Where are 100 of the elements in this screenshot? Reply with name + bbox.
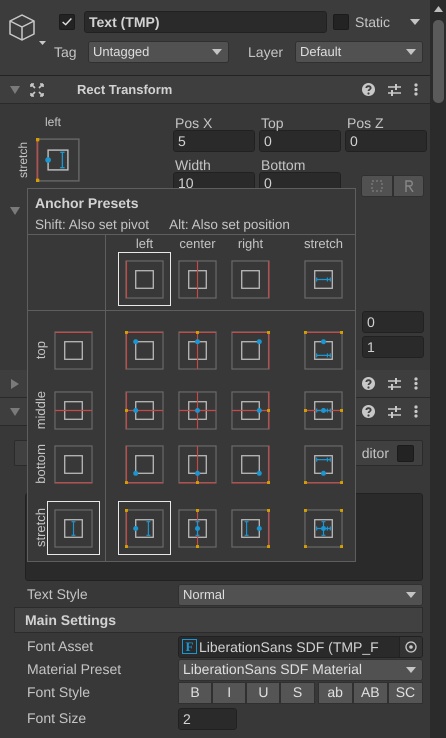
anchor-preset-button[interactable] (35, 137, 81, 183)
presets-icon[interactable] (388, 83, 401, 96)
anchor-preset-icon (231, 444, 270, 484)
anchor-preset-icon (304, 508, 343, 548)
name-field[interactable]: Text (TMP) (84, 11, 327, 33)
dashed-square-icon (371, 180, 383, 192)
column-label: left (136, 236, 154, 252)
anchor-preset-icon (231, 390, 270, 430)
layer-dropdown[interactable]: Default (295, 41, 423, 63)
anchor-preset-icon (125, 330, 164, 370)
anchor-label: stretch (15, 142, 31, 178)
anchor-preset-icon (304, 260, 343, 298)
anchor-preset-icon (54, 390, 93, 430)
row-label: stretch (32, 508, 46, 548)
more-icon[interactable] (414, 83, 418, 96)
field-label: Material Preset (27, 660, 122, 679)
toggle-label: ditor (362, 444, 389, 462)
row-label: top (32, 340, 46, 360)
presets-icon[interactable] (388, 405, 401, 418)
foldout-arrow-icon[interactable] (10, 378, 20, 388)
help-icon[interactable] (362, 83, 375, 96)
static-dropdown-icon[interactable] (410, 19, 420, 25)
anchor-preset-icon (54, 508, 93, 548)
caret-icon (406, 592, 416, 598)
font-asset-icon: F (182, 639, 197, 654)
hint-text: Alt: Also set position (169, 216, 290, 234)
number-field[interactable]: 0 (259, 130, 341, 152)
font-style-button[interactable]: ab (318, 682, 353, 704)
field-label: Pos X (175, 114, 214, 130)
anchor-preset-icon (304, 444, 343, 484)
column-label: center (179, 236, 216, 252)
font-style-button[interactable]: S (280, 682, 315, 704)
component-header[interactable]: Rect Transform (0, 76, 430, 104)
object-picker-button[interactable] (399, 636, 422, 656)
column-label: right (238, 236, 264, 252)
foldout-arrow-icon[interactable] (10, 84, 20, 94)
layer-label: Layer (248, 42, 284, 62)
presets-icon[interactable] (388, 377, 401, 390)
anchor-label: left (45, 114, 62, 131)
editor-checkbox[interactable] (397, 444, 414, 462)
caret-icon (406, 666, 416, 672)
font-style-button[interactable]: I (212, 682, 246, 704)
field-label: Pos Z (347, 114, 385, 130)
font-asset-field[interactable]: F LiberationSans SDF (TMP_F (178, 636, 423, 658)
font-style-button[interactable]: AB (352, 682, 388, 704)
font-style-button[interactable]: SC (388, 682, 423, 704)
object-cube-icon[interactable] (8, 13, 46, 47)
active-checkbox[interactable] (59, 14, 75, 30)
number-field[interactable]: 5 (173, 130, 255, 152)
anchor-preset-icon (178, 444, 217, 484)
scroll-up-icon[interactable] (434, 6, 443, 12)
anchor-preset-icon (178, 508, 217, 548)
help-icon[interactable] (362, 405, 375, 418)
anchor-preset-icon (178, 330, 217, 370)
field-label: Font Size (27, 709, 88, 728)
section-header: Main Settings (14, 607, 423, 633)
caret-icon (406, 49, 416, 55)
text-style-dropdown[interactable]: Normal (178, 584, 423, 606)
static-checkbox[interactable] (333, 14, 349, 30)
anchor-preset-icon (125, 444, 164, 484)
target-icon (405, 640, 417, 652)
field-label: Font Style (27, 683, 92, 702)
anchor-preset-icon (178, 390, 217, 430)
scrollbar[interactable] (430, 0, 446, 738)
row-label: bottom (32, 444, 46, 484)
caret-icon (212, 49, 222, 55)
field-label: Font Asset (27, 637, 94, 656)
field-label: Bottom (261, 156, 306, 172)
number-field[interactable]: 1 (362, 336, 424, 358)
anchor-preset-icon (125, 390, 164, 430)
more-icon[interactable] (414, 405, 418, 418)
anchor-preset-icon (125, 508, 164, 548)
hint-text: Shift: Also set pivot (35, 216, 150, 234)
r-icon (404, 180, 414, 192)
font-size-field[interactable]: 2 (178, 708, 237, 730)
material-preset-dropdown[interactable]: LiberationSans SDF Material (178, 658, 423, 680)
anchor-preset-icon (54, 444, 93, 484)
tag-dropdown[interactable]: Untagged (88, 41, 229, 63)
number-field[interactable]: 0 (362, 311, 424, 333)
scrollbar-thumb[interactable] (433, 20, 444, 103)
component-title: Rect Transform (77, 80, 172, 99)
move-icon (30, 82, 44, 96)
anchor-preset-icon (36, 137, 80, 183)
anchor-preset-icon (125, 260, 164, 298)
tag-label: Tag (54, 42, 78, 62)
anchor-preset-icon (304, 330, 343, 370)
font-style-button[interactable]: U (246, 682, 280, 704)
font-style-button[interactable]: B (178, 682, 212, 704)
anchor-preset-icon (54, 330, 93, 370)
blueprint-button[interactable] (361, 175, 393, 197)
field-label: Width (175, 156, 212, 172)
raw-edit-button[interactable] (393, 175, 424, 197)
anchor-preset-icon (231, 508, 270, 548)
more-icon[interactable] (414, 377, 418, 390)
column-label: stretch (304, 236, 343, 252)
foldout-arrow-icon[interactable] (10, 206, 20, 216)
number-field[interactable]: 0 (345, 130, 427, 152)
help-icon[interactable] (362, 377, 375, 390)
anchor-preset-icon (231, 260, 270, 298)
foldout-arrow-icon[interactable] (10, 406, 20, 416)
